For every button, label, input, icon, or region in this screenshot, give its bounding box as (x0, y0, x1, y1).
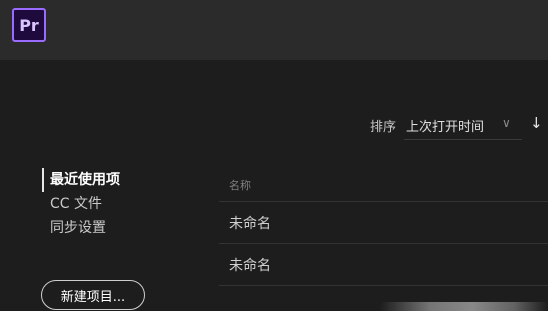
new-project-button[interactable]: 新建项目... (41, 280, 145, 310)
nav-item-sync-settings[interactable]: 同步设置 (42, 216, 120, 240)
arrow-down-icon[interactable]: ↓ (530, 114, 543, 132)
sidebar-nav: 最近使用项 CC 文件 同步设置 (42, 168, 120, 240)
project-name: 未命名 (229, 258, 271, 274)
top-bar: Pr (0, 0, 548, 60)
sort-value: 上次打开时间 (406, 120, 485, 135)
chevron-down-icon: ∨ (502, 116, 511, 130)
list-header: 名称 (219, 172, 548, 202)
list-item[interactable]: 未命名 (219, 244, 548, 286)
project-preview-thumbnail (380, 302, 548, 311)
project-name: 未命名 (229, 216, 271, 232)
sort-label: 排序 (370, 120, 397, 135)
premiere-logo-icon: Pr (12, 8, 46, 42)
nav-item-recent[interactable]: 最近使用项 (42, 168, 120, 192)
column-header-name[interactable]: 名称 (229, 177, 251, 193)
list-item[interactable]: 未命名 (219, 202, 548, 244)
nav-item-cc-files[interactable]: CC 文件 (42, 192, 120, 216)
sort-dropdown[interactable]: 上次打开时间 ∨ (404, 112, 522, 140)
